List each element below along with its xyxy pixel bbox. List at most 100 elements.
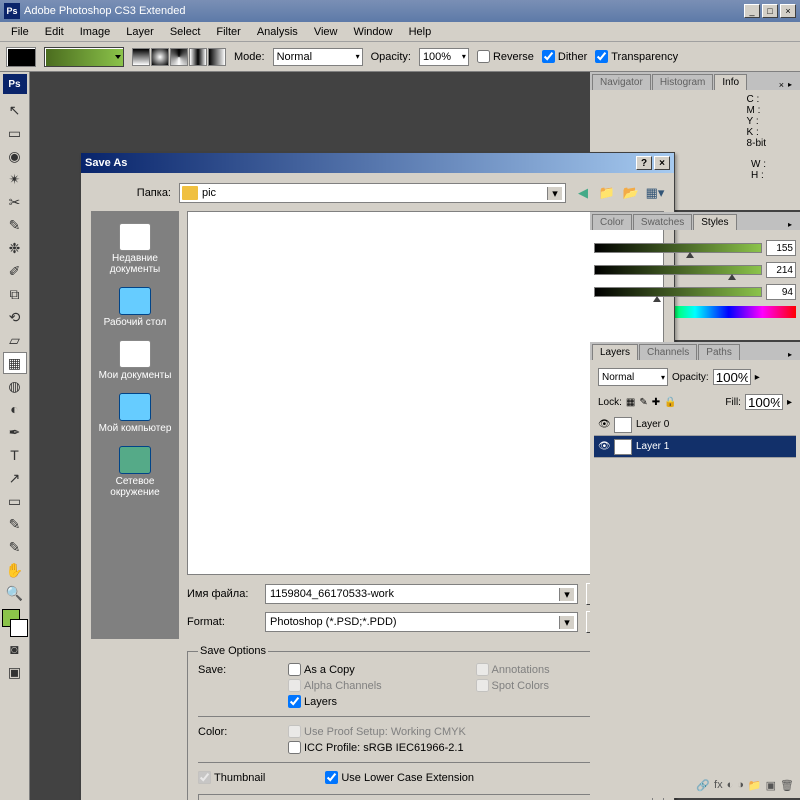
place-recent[interactable]: Недавние документы (91, 217, 179, 281)
marquee-tool[interactable]: ▭ (3, 122, 27, 144)
dodge-tool[interactable]: ◐ (3, 398, 27, 420)
layer-row-1[interactable]: 👁 Layer 1 (594, 436, 796, 458)
heal-tool[interactable]: ❉ (3, 237, 27, 259)
panel-menu-icon[interactable]: ▸ (788, 220, 798, 230)
tab-navigator[interactable]: Navigator (592, 74, 651, 90)
menu-image[interactable]: Image (73, 24, 118, 40)
panel-close-icon[interactable]: × (779, 80, 784, 90)
menu-view[interactable]: View (307, 24, 345, 40)
lasso-tool[interactable]: ◉ (3, 145, 27, 167)
hand-tool[interactable]: ✋ (3, 559, 27, 581)
slider-r-value[interactable] (766, 240, 796, 256)
dialog-help-button[interactable]: ? (636, 156, 652, 170)
place-desktop[interactable]: Рабочий стол (91, 281, 179, 334)
place-mydocs[interactable]: Мои документы (91, 334, 179, 387)
link-layers-icon[interactable]: 🔗 (696, 779, 710, 792)
folder-combo[interactable]: pic (179, 183, 566, 203)
minimize-button[interactable]: _ (744, 4, 760, 18)
layer-mask-icon[interactable]: ◐ (727, 779, 734, 792)
menu-file[interactable]: File (4, 24, 36, 40)
place-computer[interactable]: Мой компьютер (91, 387, 179, 440)
gradient-preview[interactable] (44, 47, 124, 67)
blur-tool[interactable]: ◍ (3, 375, 27, 397)
tool-preset[interactable] (6, 47, 36, 67)
wand-tool[interactable]: ✴ (3, 168, 27, 190)
nav-back-icon[interactable]: ◀ (574, 184, 592, 202)
reverse-checkbox[interactable]: Reverse (477, 50, 534, 63)
new-layer-icon[interactable]: ▣ (766, 779, 776, 792)
fill-input[interactable] (745, 394, 783, 410)
format-select[interactable]: Photoshop (*.PSD;*.PDD) (265, 612, 578, 632)
notes-tool[interactable]: ✎ (3, 513, 27, 535)
lowercase-checkbox[interactable]: Use Lower Case Extension (325, 771, 474, 784)
mode-select[interactable]: Normal (273, 48, 363, 66)
stamp-tool[interactable]: ⧉ (3, 283, 27, 305)
layers-checkbox[interactable]: Layers (288, 695, 466, 708)
close-button[interactable]: × (780, 4, 796, 18)
lock-position-icon[interactable]: ✎ (639, 397, 647, 408)
tab-channels[interactable]: Channels (639, 344, 697, 360)
tab-layers[interactable]: Layers (592, 344, 638, 360)
gradient-tool[interactable]: ▦ (3, 352, 27, 374)
tab-histogram[interactable]: Histogram (652, 74, 714, 90)
delete-layer-icon[interactable]: 🗑 (780, 779, 794, 792)
type-tool[interactable]: T (3, 444, 27, 466)
lock-icon[interactable]: 🔒 (664, 397, 676, 408)
opacity-select[interactable]: 100% (419, 48, 469, 66)
tab-color[interactable]: Color (592, 214, 632, 230)
place-network[interactable]: Сетевое окружение (91, 440, 179, 504)
tab-info[interactable]: Info (714, 74, 747, 90)
nav-view-icon[interactable]: ▦▾ (646, 184, 664, 202)
menu-window[interactable]: Window (346, 24, 399, 40)
adjustment-layer-icon[interactable]: ◑ (737, 779, 744, 792)
path-tool[interactable]: ↗ (3, 467, 27, 489)
crop-tool[interactable]: ✂ (3, 191, 27, 213)
nav-new-folder-icon[interactable]: 📂 (622, 184, 640, 202)
eyedropper-tool[interactable]: ✎ (3, 536, 27, 558)
maximize-button[interactable]: □ (762, 4, 778, 18)
group-icon[interactable]: 📁 (748, 779, 762, 792)
as-copy-checkbox[interactable]: As a Copy (288, 663, 466, 676)
quickmask-tool[interactable]: ◙ (3, 638, 27, 660)
mydocs-icon (119, 340, 151, 368)
history-brush-tool[interactable]: ⟲ (3, 306, 27, 328)
move-tool[interactable]: ↖ (3, 99, 27, 121)
filename-input[interactable]: 1159804_66170533-work (265, 584, 578, 604)
transparency-checkbox[interactable]: Transparency (595, 50, 678, 63)
visibility-icon[interactable]: 👁 (598, 441, 610, 452)
lock-all-icon[interactable]: ✚ (652, 397, 660, 408)
screenmode-tool[interactable]: ▣ (3, 661, 27, 683)
gradient-type-picker[interactable] (132, 48, 226, 66)
slider-b-value[interactable] (766, 284, 796, 300)
menu-filter[interactable]: Filter (209, 24, 247, 40)
eraser-tool[interactable]: ▱ (3, 329, 27, 351)
menu-analysis[interactable]: Analysis (250, 24, 305, 40)
panel-menu-icon[interactable]: ▸ (788, 350, 798, 360)
blend-mode-select[interactable]: Normal (598, 368, 668, 386)
tab-paths[interactable]: Paths (698, 344, 740, 360)
visibility-icon[interactable]: 👁 (598, 419, 610, 430)
panel-menu-icon[interactable]: ▸ (788, 80, 798, 90)
tab-styles[interactable]: Styles (693, 214, 736, 230)
dialog-close-button[interactable]: × (654, 156, 670, 170)
menu-edit[interactable]: Edit (38, 24, 71, 40)
menu-help[interactable]: Help (402, 24, 439, 40)
progress-bar (198, 794, 653, 800)
dither-checkbox[interactable]: Dither (542, 50, 587, 63)
layer-row-0[interactable]: 👁 Layer 0 (594, 414, 796, 436)
layer-opacity-input[interactable] (713, 369, 751, 385)
shape-tool[interactable]: ▭ (3, 490, 27, 512)
color-swatches[interactable] (2, 609, 28, 637)
lock-pixels-icon[interactable]: ▦ (626, 397, 635, 408)
menu-layer[interactable]: Layer (119, 24, 161, 40)
slice-tool[interactable]: ✎ (3, 214, 27, 236)
menu-select[interactable]: Select (163, 24, 208, 40)
slider-g-value[interactable] (766, 262, 796, 278)
tab-swatches[interactable]: Swatches (633, 214, 692, 230)
folder-label: Папка: (91, 187, 171, 199)
zoom-tool[interactable]: 🔍 (3, 582, 27, 604)
brush-tool[interactable]: ✐ (3, 260, 27, 282)
pen-tool[interactable]: ✒ (3, 421, 27, 443)
layer-style-icon[interactable]: fx (714, 779, 723, 792)
nav-up-icon[interactable]: 📁 (598, 184, 616, 202)
